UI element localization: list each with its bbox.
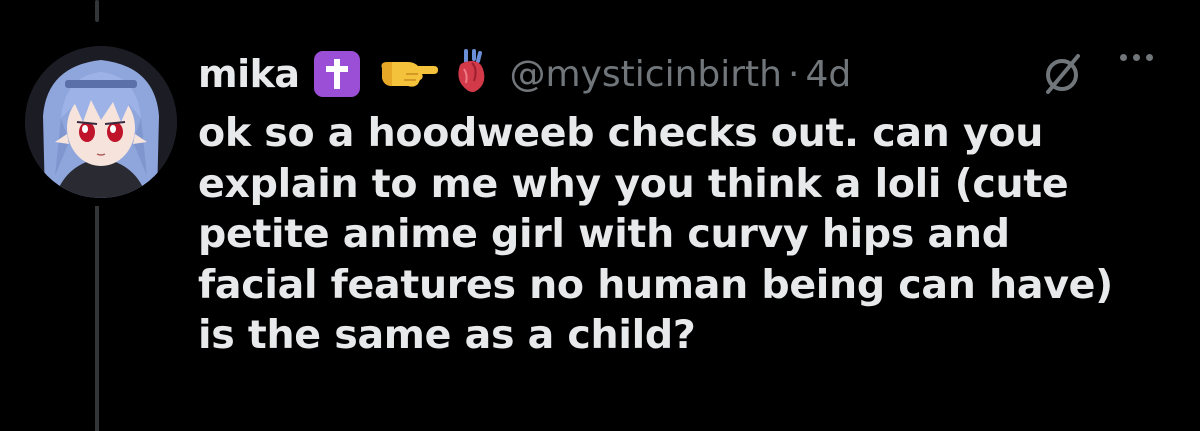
avatar-image bbox=[25, 46, 177, 198]
tweet-line: ok so a hoodweeb checks out. can you bbox=[198, 110, 1044, 156]
tweet-text: ok so a hoodweeb checks out. can you exp… bbox=[198, 108, 1158, 361]
thread-connector-top bbox=[95, 0, 99, 22]
avatar[interactable] bbox=[25, 46, 177, 198]
tweet-line: facial features no human being can have) bbox=[198, 261, 1113, 308]
more-options-icon[interactable] bbox=[1120, 54, 1153, 61]
more-dot bbox=[1146, 54, 1153, 61]
more-dot bbox=[1120, 54, 1127, 61]
tweet-line: explain to me why you think a loli (cute bbox=[198, 160, 1069, 207]
grok-icon[interactable] bbox=[1040, 52, 1084, 100]
anatomical-heart-icon bbox=[452, 49, 490, 99]
tweet-header: mika @mysticinbirth · 4d bbox=[198, 44, 851, 104]
pointing-hand-icon bbox=[378, 54, 440, 94]
separator-dot: · bbox=[788, 53, 800, 95]
more-dot bbox=[1133, 54, 1140, 61]
latin-cross-emoji-icon bbox=[313, 51, 360, 97]
author-handle[interactable]: @mysticinbirth bbox=[510, 54, 782, 95]
display-name[interactable]: mika bbox=[198, 52, 300, 96]
tweet-line: petite anime girl with curvy hips and bbox=[198, 211, 1010, 257]
thread-connector-bottom bbox=[95, 206, 99, 431]
timestamp[interactable]: 4d bbox=[805, 54, 851, 95]
tweet-line: is the same as a child? bbox=[198, 312, 696, 358]
